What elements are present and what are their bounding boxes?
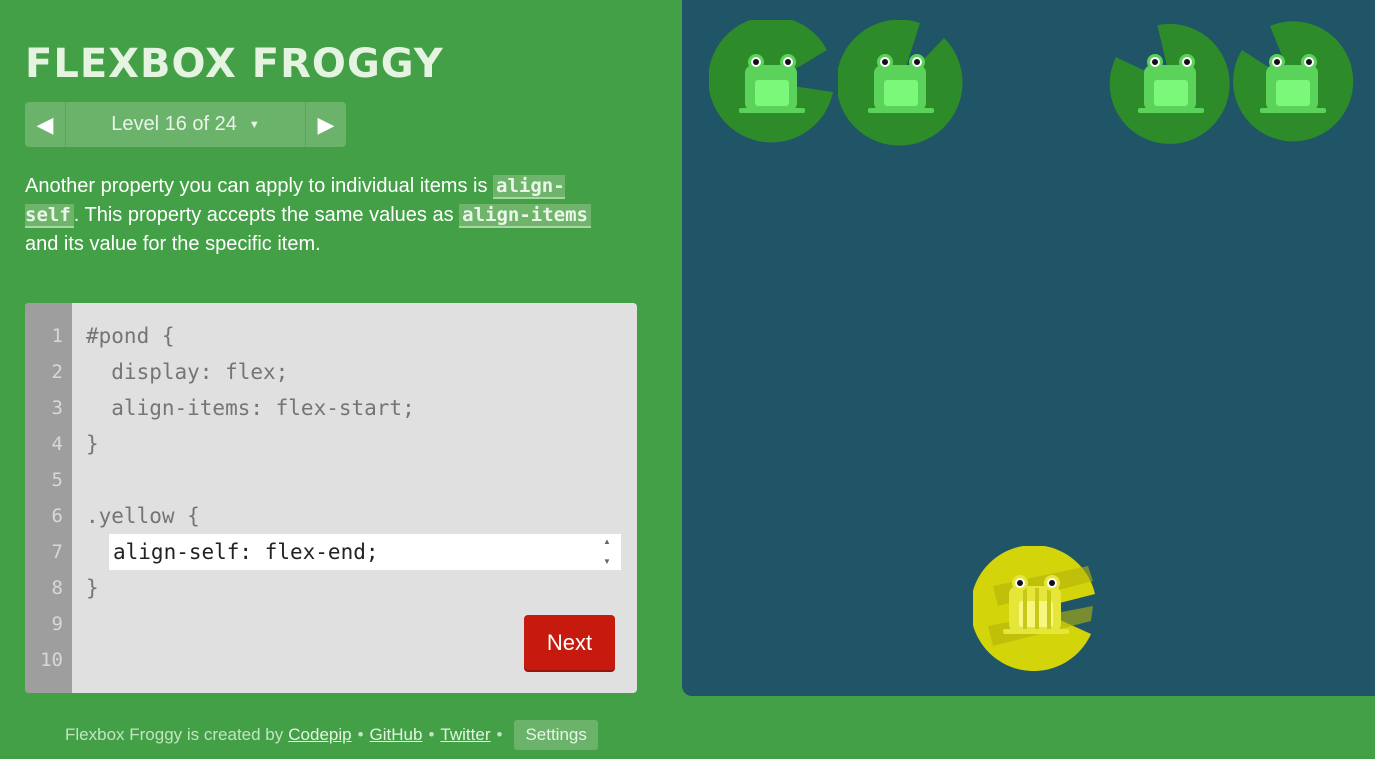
code-keyword-align-items: align-items <box>459 204 591 228</box>
codepip-link[interactable]: Codepip <box>288 725 351 745</box>
app-title: FLEXBOX FROGGY <box>25 41 444 87</box>
line-number: 4 <box>51 433 63 455</box>
next-level-button[interactable]: ▶ <box>305 102 346 147</box>
footer: Flexbox Froggy is created by Codepip • G… <box>65 720 598 750</box>
footer-separator: • <box>428 725 435 744</box>
triangle-up-icon: ▲ <box>603 537 611 546</box>
triangle-right-icon: ▶ <box>317 111 335 137</box>
line-number: 9 <box>51 613 63 635</box>
frog-yellow <box>973 546 1095 672</box>
line-number: 8 <box>51 577 63 599</box>
code-line: #pond { <box>86 324 175 348</box>
next-button[interactable]: Next <box>524 615 615 670</box>
instructions-text-1: Another property you can apply to indivi… <box>25 175 494 197</box>
triangle-left-icon: ◀ <box>36 111 54 137</box>
triangle-down-icon: ▼ <box>603 557 611 566</box>
code-line: display: flex; <box>86 360 289 384</box>
frog-green-1 <box>709 20 833 143</box>
frog-green-4 <box>1233 21 1354 142</box>
line-number-gutter: 1 2 3 4 5 6 7 8 9 10 <box>25 303 72 693</box>
input-spinner[interactable]: ▲ ▼ <box>599 537 615 567</box>
instructions: Another property you can apply to indivi… <box>25 172 615 259</box>
code-line: } <box>86 432 99 456</box>
line-number: 5 <box>51 469 63 491</box>
instructions-text-2: . This property accepts the same values … <box>73 204 460 226</box>
code-line: } <box>86 576 99 600</box>
line-number: 3 <box>51 397 63 419</box>
github-link[interactable]: GitHub <box>370 725 423 745</box>
footer-separator: • <box>357 725 364 744</box>
instructions-text-3: and its value for the specific item. <box>25 233 321 255</box>
pond <box>682 0 1375 696</box>
twitter-link[interactable]: Twitter <box>440 725 490 745</box>
triangle-down-icon: ▼ <box>248 118 260 131</box>
line-number: 7 <box>51 541 63 563</box>
code-line: align-items: flex-start; <box>86 396 415 420</box>
footer-credit-text: Flexbox Froggy is created by <box>65 725 284 744</box>
footer-separator: • <box>496 725 503 744</box>
settings-button[interactable]: Settings <box>514 720 598 750</box>
line-number: 6 <box>51 505 63 527</box>
code-line: .yellow { <box>86 504 200 528</box>
level-label: Level 16 of 24 <box>111 113 237 135</box>
frog-green-3 <box>1109 23 1230 144</box>
prev-level-button[interactable]: ◀ <box>25 102 66 147</box>
css-answer-input[interactable] <box>109 534 621 570</box>
level-selector[interactable]: Level 16 of 24 ▼ <box>66 102 305 147</box>
line-number: 10 <box>40 649 63 671</box>
css-editor: 1 2 3 4 5 6 7 8 9 10 #pond { display: fl… <box>25 303 637 693</box>
level-navigation: ◀ Level 16 of 24 ▼ ▶ <box>25 102 346 147</box>
frog-green-2 <box>838 20 963 146</box>
line-number: 2 <box>51 361 63 383</box>
line-number: 1 <box>51 325 63 347</box>
